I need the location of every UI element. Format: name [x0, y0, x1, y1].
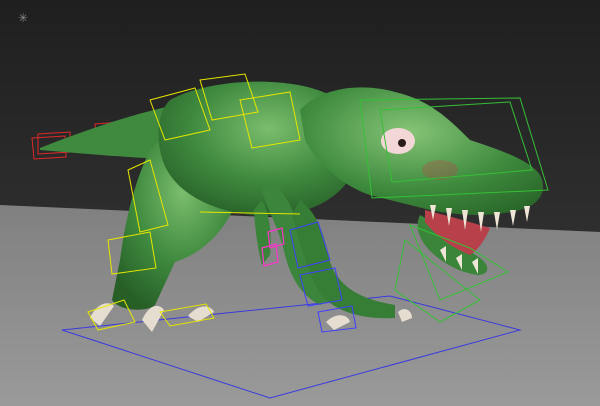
pupil [398, 139, 406, 147]
viewport-3d[interactable]: ✳ [0, 0, 600, 406]
scene-canvas[interactable]: ✳ [0, 0, 600, 406]
eye [381, 128, 415, 154]
bone-rig-icon: ✳ [18, 11, 28, 25]
